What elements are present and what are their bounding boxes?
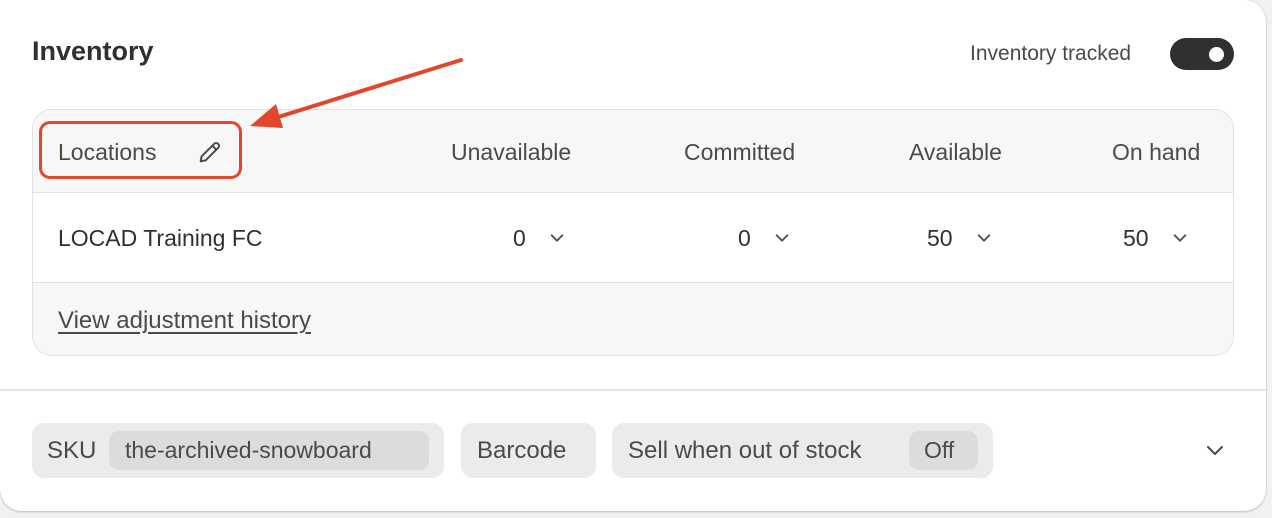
location-name: LOCAD Training FC bbox=[58, 225, 263, 251]
inventory-tracked-label: Inventory tracked bbox=[970, 42, 1132, 65]
unavailable-value[interactable]: 0 bbox=[513, 225, 526, 252]
table-footer: View adjustment history bbox=[33, 283, 1233, 355]
header-unavailable: Unavailable bbox=[451, 139, 572, 165]
sku-value-badge: the-archived-snowboard bbox=[109, 431, 429, 470]
sell-out-of-stock-value: Off bbox=[924, 437, 955, 463]
sku-label: SKU bbox=[47, 437, 97, 464]
annotation-arrow bbox=[250, 58, 463, 128]
chevron-down-icon[interactable] bbox=[975, 229, 993, 247]
table-row: LOCAD Training FC 0 0 50 50 bbox=[33, 193, 1233, 283]
sell-out-of-stock-pill[interactable]: Sell when out of stock Off bbox=[612, 423, 993, 478]
toggle-knob bbox=[1209, 47, 1224, 62]
view-adjustment-history-link[interactable]: View adjustment history bbox=[58, 307, 311, 335]
chevron-down-icon[interactable] bbox=[1203, 438, 1227, 462]
annotation-highlight-box bbox=[39, 121, 242, 179]
section-divider bbox=[0, 389, 1266, 391]
committed-value[interactable]: 0 bbox=[738, 225, 751, 252]
sku-value: the-archived-snowboard bbox=[125, 437, 372, 463]
sell-out-of-stock-badge: Off bbox=[909, 431, 978, 470]
chevron-down-icon[interactable] bbox=[1171, 229, 1189, 247]
sell-out-of-stock-label: Sell when out of stock bbox=[628, 437, 862, 464]
header-committed: Committed bbox=[684, 139, 796, 165]
card-title: Inventory bbox=[32, 36, 154, 66]
barcode-pill[interactable]: Barcode bbox=[461, 423, 596, 478]
header-on-hand: On hand bbox=[1112, 139, 1201, 165]
sku-pill[interactable]: SKU the-archived-snowboard bbox=[32, 423, 444, 478]
available-value[interactable]: 50 bbox=[927, 225, 953, 252]
chevron-down-icon[interactable] bbox=[773, 229, 791, 247]
barcode-label: Barcode bbox=[477, 437, 567, 464]
inventory-tracked-toggle[interactable] bbox=[1170, 38, 1234, 70]
header-available: Available bbox=[909, 139, 1002, 165]
inventory-card: Inventory Inventory tracked Locations Un… bbox=[0, 0, 1266, 511]
on-hand-value[interactable]: 50 bbox=[1123, 225, 1149, 252]
chevron-down-icon[interactable] bbox=[548, 229, 566, 247]
